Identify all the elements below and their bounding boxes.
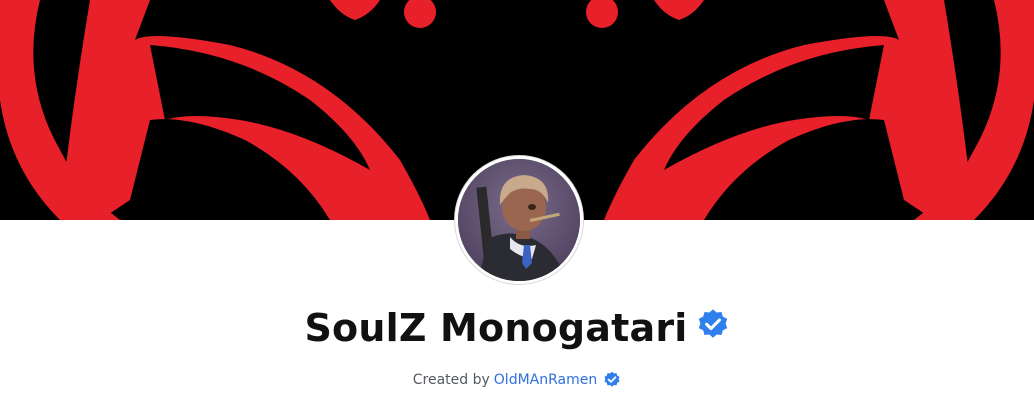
anime-character-avatar	[458, 159, 580, 281]
collection-page: SoulZ Monogatari Created by OldMAnRamen	[0, 0, 1034, 401]
collection-title-row: SoulZ Monogatari	[0, 300, 1034, 356]
created-by-label: Created by	[412, 372, 490, 388]
collection-avatar[interactable]	[455, 156, 583, 284]
verified-badge-icon	[604, 371, 620, 387]
verified-badge-icon	[698, 309, 727, 338]
creator-row: Created by OldMAnRamen	[0, 368, 1034, 392]
collection-title: SoulZ Monogatari	[304, 306, 688, 350]
creator-link[interactable]: OldMAnRamen	[494, 372, 597, 388]
